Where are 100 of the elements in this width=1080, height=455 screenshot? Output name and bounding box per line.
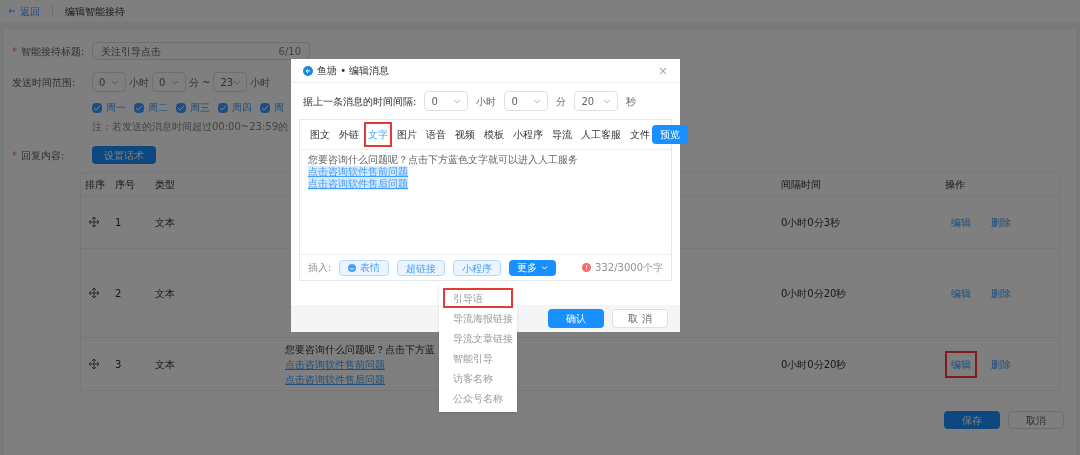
menu-item[interactable]: 访客名称 <box>443 368 513 388</box>
emoji-button[interactable]: 表情 <box>339 259 390 276</box>
select-field[interactable]: 0 <box>152 72 186 92</box>
field-label: 发送时间范围: <box>12 75 76 90</box>
insert-label: 插入: <box>308 261 332 275</box>
tab[interactable]: 图文 <box>308 124 332 145</box>
set-script-button[interactable]: 设置话术 <box>92 146 156 164</box>
field-label: 据上一条消息的时间间隔: <box>303 94 417 109</box>
content-link[interactable]: 点击咨询软件售后问题 <box>285 371 385 387</box>
index-cell-text: 1 <box>115 215 123 230</box>
unit-label: 小时 <box>129 75 149 90</box>
unit-label: 分 <box>556 94 567 109</box>
logo-icon <box>303 65 313 76</box>
checkbox[interactable] <box>176 102 186 113</box>
index-cell-text: 3 <box>115 357 123 372</box>
confirm-button[interactable]: 确认 <box>548 309 604 328</box>
select-field[interactable]: 0 <box>504 91 549 111</box>
back-arrow-icon <box>8 8 16 14</box>
tab[interactable]: 外链 <box>337 124 361 145</box>
menu-item[interactable]: 导流文章链接 <box>443 328 513 348</box>
column-header: 序号 <box>115 177 136 192</box>
select-field[interactable]: 23 <box>213 72 248 92</box>
required-mark: * <box>12 44 17 59</box>
menu-item[interactable]: 导流海报链接 <box>443 308 513 328</box>
insert-button[interactable]: 小程序 <box>453 259 502 276</box>
tab[interactable]: 语音 <box>424 124 448 145</box>
chevron-down-icon <box>111 79 119 85</box>
checkbox[interactable] <box>134 102 144 113</box>
drag-handle-icon[interactable] <box>89 217 99 227</box>
action-link[interactable]: 编辑 <box>945 279 977 307</box>
type-cell-text: 文本 <box>155 357 176 372</box>
title-input[interactable]: 关注引导点击 6/10 <box>92 42 310 60</box>
back-link[interactable]: 返回 <box>8 3 40 19</box>
tab[interactable]: 文件 <box>628 124 652 145</box>
tab[interactable]: 图片 <box>395 124 419 145</box>
interval-cell-text: 0小时0分3秒 <box>781 215 842 230</box>
insert-button[interactable]: 超链接 <box>397 259 446 276</box>
checkbox[interactable] <box>92 102 102 113</box>
modal-title: 鱼塘 • 编辑消息 <box>317 64 390 78</box>
day-label: 周三 <box>190 101 210 115</box>
interval-cell-text: 0小时0分20秒 <box>781 357 848 372</box>
action-link[interactable]: 编辑 <box>945 208 977 236</box>
tab[interactable]: 小程序 <box>511 124 545 145</box>
chevron-down-icon <box>171 79 179 85</box>
unit-label: 秒 <box>626 94 637 109</box>
field-label: 智能接待标题: <box>21 44 85 59</box>
preview-button[interactable]: 预览 <box>652 125 688 144</box>
chevron-down-icon <box>453 98 462 104</box>
chevron-down-icon <box>233 79 242 85</box>
column-header: 间隔时间 <box>781 177 822 192</box>
menu-item[interactable]: 智能引导 <box>443 348 513 368</box>
chevron-down-icon <box>533 98 542 104</box>
action-link[interactable]: 删除 <box>985 208 1017 236</box>
column-header: 类型 <box>155 177 176 192</box>
content-text: 您要咨询什么问题呢？点击下方蓝 <box>285 342 435 357</box>
save-button[interactable]: 保存 <box>944 411 1000 429</box>
message-link[interactable]: 点击咨询软件售前问题 <box>308 166 408 178</box>
type-cell-text: 文本 <box>155 215 176 230</box>
cancel-button[interactable]: 取消 <box>1008 411 1064 429</box>
drag-handle-icon[interactable] <box>89 288 99 298</box>
select-field[interactable]: 0 <box>92 72 126 92</box>
required-mark: * <box>12 148 17 163</box>
select-field[interactable]: 20 <box>574 91 619 111</box>
unit-label: ~ <box>202 75 211 90</box>
field-label: 回复内容: <box>21 148 65 163</box>
tab[interactable]: 导流 <box>550 124 574 145</box>
page-title: 编辑智能接待 <box>65 4 125 19</box>
index-cell-text: 2 <box>115 286 123 301</box>
tab[interactable]: 模板 <box>482 124 506 145</box>
column-header: 排序 <box>84 177 106 192</box>
chevron-down-icon <box>603 98 612 104</box>
checkbox[interactable] <box>218 102 228 113</box>
action-link[interactable]: 删除 <box>985 350 1017 378</box>
day-label: 周 <box>274 101 284 115</box>
action-link[interactable]: 编辑 <box>945 350 977 378</box>
menu-item[interactable]: 公众号名称 <box>443 388 513 408</box>
checkbox[interactable] <box>260 102 270 113</box>
type-cell-text: 文本 <box>155 286 176 301</box>
unit-label: 小时 <box>476 94 497 109</box>
menu-item[interactable]: 引导语 <box>443 288 513 308</box>
more-button[interactable]: 更多 <box>509 259 557 276</box>
drag-handle-icon[interactable] <box>89 359 99 369</box>
message-text: 您要咨询什么问题呢？点击下方蓝色文字就可以进入人工服务 <box>308 154 578 166</box>
content-link[interactable]: 点击咨询软件售前问题 <box>285 356 385 372</box>
interval-cell-text: 0小时0分20秒 <box>781 286 848 301</box>
tab[interactable]: 文字 <box>366 124 390 145</box>
close-button[interactable]: × <box>657 64 668 77</box>
message-editor[interactable]: 您要咨询什么问题呢？点击下方蓝色文字就可以进入人工服务 点击咨询软件售前问题 点击咨询软件售后问题 <box>300 150 671 254</box>
day-label: 周四 <box>232 101 252 115</box>
char-count: 332/3000个字 <box>595 261 663 275</box>
chevron-down-icon <box>541 265 549 270</box>
select-field[interactable]: 0 <box>424 91 469 111</box>
tab[interactable]: 人工客服 <box>579 124 623 145</box>
tab[interactable]: 视频 <box>453 124 477 145</box>
message-link[interactable]: 点击咨询软件售后问题 <box>308 178 408 190</box>
char-counter: 6/10 <box>278 44 301 59</box>
action-link[interactable]: 删除 <box>985 279 1017 307</box>
column-header: 操作 <box>945 177 965 192</box>
cancel-button[interactable]: 取 消 <box>612 309 668 328</box>
smiley-icon <box>348 263 357 272</box>
